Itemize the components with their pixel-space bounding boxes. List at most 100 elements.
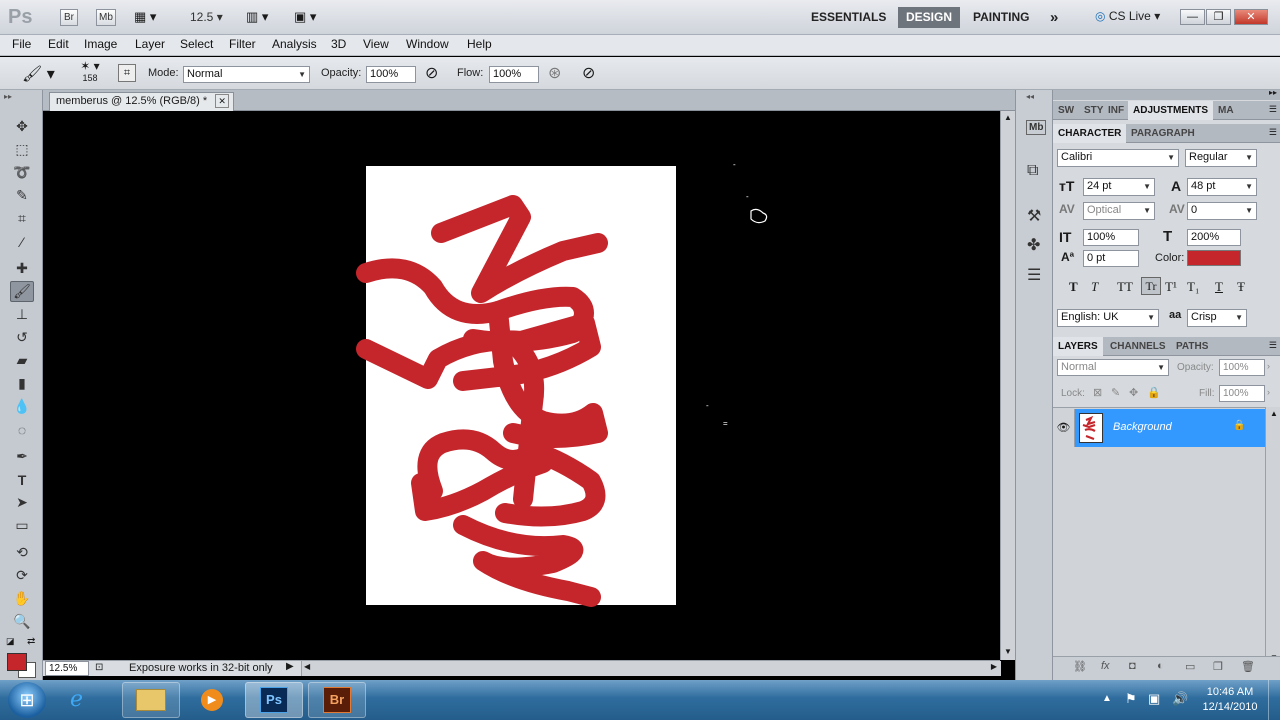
tab-adjustments[interactable]: ADJUSTMENTS bbox=[1128, 101, 1214, 120]
hand-tool-icon[interactable]: ✋ bbox=[10, 588, 34, 609]
tool-presets-panel-icon[interactable]: ⚒ bbox=[1027, 206, 1041, 226]
dodge-tool-icon[interactable]: ◌ bbox=[10, 419, 34, 440]
document-tab[interactable]: memberus @ 12.5% (RGB/8) * ✕ bbox=[49, 92, 235, 111]
link-layers-icon[interactable]: ⛓ bbox=[1073, 660, 1087, 673]
default-colors-icon[interactable]: ◪ bbox=[6, 636, 15, 647]
marquee-tool-icon[interactable]: ⬚ bbox=[10, 139, 34, 160]
layer-name[interactable]: Background bbox=[1113, 421, 1172, 433]
cs-live-button[interactable]: ◎ CS Live ▾ bbox=[1095, 9, 1160, 23]
clock[interactable]: 10:46 AM 12/14/2010 bbox=[1198, 685, 1262, 715]
action-center-flag-icon[interactable]: ⚑ bbox=[1125, 691, 1137, 707]
layer-blend-mode-select[interactable]: Normal bbox=[1057, 359, 1169, 376]
status-menu-arrow-icon[interactable]: ▶ bbox=[286, 661, 294, 672]
menu-select[interactable]: Select bbox=[180, 37, 213, 51]
pen-tool-icon[interactable]: ✒ bbox=[10, 446, 34, 467]
tracking-input[interactable]: 0 bbox=[1187, 202, 1257, 220]
quick-selection-tool-icon[interactable]: ✎ bbox=[10, 185, 34, 206]
arrange-documents-dropdown[interactable]: ▥ ▾ bbox=[246, 9, 268, 25]
shape-tool-icon[interactable]: ▭ bbox=[10, 515, 34, 536]
vertical-scrollbar[interactable]: ▲ ▼ bbox=[1000, 111, 1015, 660]
baseline-shift-input[interactable]: 0 pt bbox=[1083, 250, 1139, 267]
tool-preset-picker[interactable]: 🖌 ▾ bbox=[22, 64, 55, 84]
healing-brush-tool-icon[interactable]: ✚ bbox=[10, 258, 34, 279]
lock-transparency-icon[interactable]: ⊠ bbox=[1093, 386, 1102, 399]
underline-button[interactable]: T bbox=[1215, 279, 1223, 295]
move-tool-icon[interactable]: ✥ bbox=[10, 116, 34, 137]
tab-paragraph[interactable]: PARAGRAPH bbox=[1126, 124, 1200, 143]
zoom-tool-icon[interactable]: 🔍 bbox=[10, 611, 34, 632]
show-hidden-icons-icon[interactable]: ▲ bbox=[1102, 693, 1112, 704]
scroll-up-icon[interactable]: ▲ bbox=[1004, 113, 1012, 122]
launch-mini-bridge-button[interactable]: Mb bbox=[96, 9, 116, 26]
pressure-size-icon[interactable]: ⊘ bbox=[582, 63, 595, 83]
language-select[interactable]: English: UK bbox=[1057, 309, 1159, 327]
minimize-button[interactable]: — bbox=[1180, 9, 1205, 25]
tab-masks[interactable]: MA bbox=[1213, 101, 1239, 120]
character-panel-menu-icon[interactable]: ☰ bbox=[1269, 127, 1277, 138]
tab-swatches[interactable]: SW bbox=[1053, 101, 1079, 120]
subscript-button[interactable]: T₁ bbox=[1187, 279, 1199, 295]
tab-info[interactable]: INF bbox=[1103, 101, 1129, 120]
menu-filter[interactable]: Filter bbox=[229, 37, 256, 51]
menu-analysis[interactable]: Analysis bbox=[272, 37, 317, 51]
screen-mode-dropdown[interactable]: ▣ ▾ bbox=[294, 9, 316, 25]
vertical-scale-input[interactable]: 100% bbox=[1083, 229, 1139, 246]
small-caps-button[interactable]: Tr bbox=[1141, 277, 1161, 295]
launch-bridge-button[interactable]: Br bbox=[60, 9, 78, 26]
canvas-area[interactable]: - - - = bbox=[43, 111, 1000, 660]
faux-italic-button[interactable]: T bbox=[1091, 279, 1098, 295]
airbrush-icon[interactable]: ⊛ bbox=[548, 63, 561, 83]
clone-source-panel-icon[interactable]: ⧉ bbox=[1027, 162, 1038, 180]
explorer-taskbar-button[interactable] bbox=[122, 682, 180, 718]
text-color-swatch[interactable] bbox=[1187, 250, 1241, 266]
flow-input[interactable]: 100% bbox=[489, 66, 539, 83]
horizontal-scale-input[interactable]: 200% bbox=[1187, 229, 1241, 246]
menu-help[interactable]: Help bbox=[467, 37, 492, 51]
tab-paths[interactable]: PATHS bbox=[1171, 337, 1213, 356]
workspace-painting[interactable]: PAINTING bbox=[965, 7, 1037, 28]
delete-layer-icon[interactable]: 🗑 bbox=[1241, 660, 1255, 673]
lock-image-icon[interactable]: ✎ bbox=[1111, 386, 1120, 399]
bridge-taskbar-button[interactable]: Br bbox=[308, 682, 366, 718]
status-info-icon[interactable]: ⊡ bbox=[95, 662, 103, 673]
scroll-right-icon[interactable]: ▶ bbox=[991, 662, 997, 671]
lock-all-icon[interactable]: 🔒 bbox=[1147, 386, 1161, 399]
media-player-taskbar-button[interactable]: ▶ bbox=[183, 682, 241, 718]
tab-layers[interactable]: LAYERS bbox=[1053, 337, 1103, 356]
expand-dock-icon[interactable]: ▸▸ bbox=[1269, 88, 1277, 97]
history-brush-tool-icon[interactable]: ↺ bbox=[10, 327, 34, 348]
antialias-select[interactable]: Crisp bbox=[1187, 309, 1247, 327]
scroll-left-icon[interactable]: ◀ bbox=[304, 662, 310, 671]
scroll-down-icon[interactable]: ▼ bbox=[1004, 647, 1012, 656]
character-styles-panel-icon[interactable]: ☰ bbox=[1027, 265, 1041, 285]
eyedropper-tool-icon[interactable]: ⁄ bbox=[10, 231, 34, 252]
layers-scrollbar[interactable]: ▲ ▼ bbox=[1265, 407, 1280, 667]
tab-channels[interactable]: CHANNELS bbox=[1105, 337, 1171, 356]
eraser-tool-icon[interactable]: ▰ bbox=[10, 350, 34, 371]
more-workspaces-button[interactable]: » bbox=[1042, 7, 1066, 28]
panel-menu-icon[interactable]: ☰ bbox=[1269, 104, 1277, 115]
swap-colors-icon[interactable]: ⇄ bbox=[27, 636, 35, 647]
fill-input[interactable]: 100% bbox=[1219, 385, 1265, 402]
faux-bold-button[interactable]: T bbox=[1069, 279, 1078, 295]
lock-position-icon[interactable]: ✥ bbox=[1129, 386, 1138, 399]
internet-explorer-icon[interactable]: ℯ bbox=[70, 686, 83, 712]
start-button[interactable]: ⊞ bbox=[8, 682, 46, 718]
workspace-essentials[interactable]: ESSENTIALS bbox=[803, 7, 894, 28]
font-style-select[interactable]: Regular bbox=[1185, 149, 1257, 167]
view-extras-dropdown[interactable]: ▦ ▾ bbox=[134, 9, 164, 26]
layers-scroll-up-icon[interactable]: ▲ bbox=[1270, 409, 1278, 418]
adjustment-layer-icon[interactable]: ◐ bbox=[1157, 660, 1164, 672]
zoom-input[interactable]: 12.5% bbox=[45, 661, 89, 676]
opacity-input[interactable]: 100% bbox=[366, 66, 416, 83]
pressure-opacity-icon[interactable]: ⊘ bbox=[425, 63, 438, 83]
mini-bridge-panel-icon[interactable]: Mb bbox=[1026, 120, 1047, 135]
mode-select[interactable]: Normal bbox=[183, 66, 310, 83]
new-group-icon[interactable]: ▭ bbox=[1185, 660, 1195, 673]
collapse-dock-icon[interactable]: ◂◂ bbox=[1026, 92, 1034, 101]
menu-view[interactable]: View bbox=[363, 37, 389, 51]
path-selection-tool-icon[interactable]: ➤ bbox=[10, 492, 34, 513]
crop-tool-icon[interactable]: ⌗ bbox=[10, 208, 34, 229]
zoom-level-dropdown[interactable]: 12.5 ▾ bbox=[190, 10, 223, 24]
photoshop-taskbar-button[interactable]: Ps bbox=[245, 682, 303, 718]
